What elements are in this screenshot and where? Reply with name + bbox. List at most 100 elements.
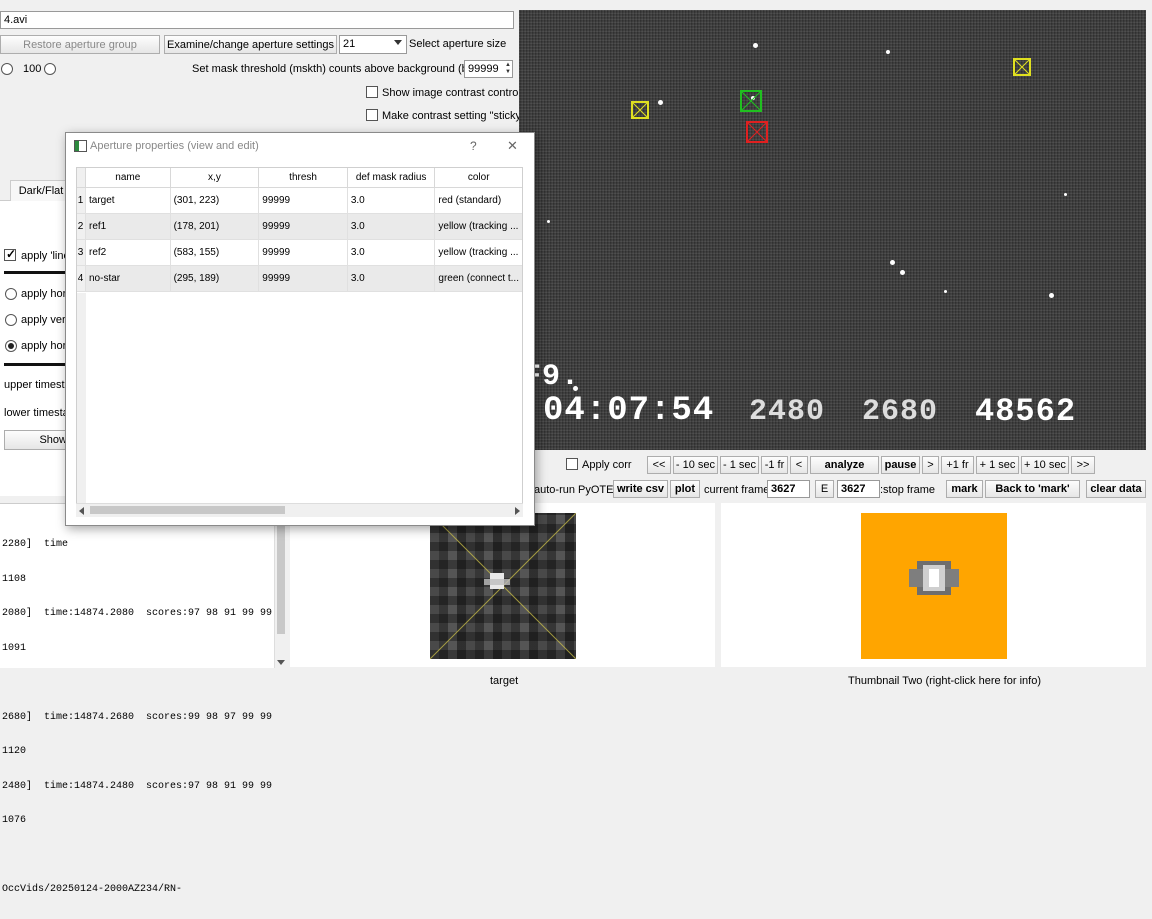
aperture-size-value: 21 (343, 38, 356, 50)
star (1064, 193, 1067, 196)
aperture-ref2-box[interactable] (1013, 58, 1031, 76)
nav-next-button[interactable]: > (922, 456, 939, 474)
cell-thresh[interactable]: 99999 (258, 213, 348, 240)
cell-color[interactable]: yellow (tracking ... (434, 213, 523, 240)
examine-aperture-settings-button[interactable]: Examine/change aperture settings (164, 35, 337, 54)
tab-dark-flat[interactable]: Dark/Flat (10, 180, 72, 201)
cell-radius[interactable]: 3.0 (347, 239, 436, 266)
file-path-field[interactable]: 4.avi (0, 11, 514, 29)
log-output[interactable]: 2280] time 1108 2080] time:14874.2080 sc… (0, 503, 287, 895)
scroll-left-icon[interactable] (79, 507, 84, 515)
nav-minus-1fr-button[interactable]: -1 fr (761, 456, 788, 474)
col-header-xy[interactable]: x,y (170, 167, 260, 188)
aperture-properties-table: name x,y thresh def mask radius color 1 … (76, 167, 523, 292)
apply-horiz-radio-1[interactable] (5, 288, 17, 300)
cell-name[interactable]: target (85, 187, 171, 214)
aperture-x-icon (742, 92, 760, 110)
table-row[interactable]: 1 target (301, 223) 99999 3.0 red (stand… (76, 187, 523, 214)
log-line: 1091 (2, 642, 27, 654)
aperture-size-select[interactable]: 21 (339, 35, 407, 54)
back-to-mark-button[interactable]: Back to 'mark' (985, 480, 1080, 498)
video-frame[interactable]: F9. 04:07:54 2480 2680 48562 (519, 10, 1146, 450)
close-icon[interactable]: ✕ (507, 138, 518, 154)
current-frame-input[interactable]: 3627 (767, 480, 810, 498)
nav-plus-1sec-button[interactable]: + 1 sec (976, 456, 1019, 474)
col-header-radius[interactable]: def mask radius (347, 167, 436, 188)
e-button[interactable]: E (815, 480, 834, 498)
log-scrollbar[interactable] (274, 504, 287, 668)
pause-button[interactable]: pause (881, 456, 920, 474)
scroll-thumb[interactable] (277, 524, 285, 634)
aperture-target-box[interactable] (746, 121, 768, 143)
star (658, 100, 663, 105)
horizontal-scrollbar[interactable] (76, 503, 523, 517)
mask-threshold-spinbox[interactable]: 99999 ▲ ▼ (464, 60, 513, 78)
cell-name[interactable]: no-star (85, 265, 171, 292)
restore-aperture-group-button[interactable]: Restore aperture group (0, 35, 160, 54)
row-number[interactable]: 3 (76, 239, 87, 266)
cell-radius[interactable]: 3.0 (347, 265, 436, 292)
nav-last-button[interactable]: >> (1071, 456, 1095, 474)
aperture-x-icon (748, 123, 766, 141)
cell-thresh[interactable]: 99999 (258, 239, 348, 266)
write-csv-button[interactable]: write csv (613, 480, 668, 498)
spin-arrows-icon[interactable]: ▲ ▼ (505, 62, 511, 76)
clear-data-button[interactable]: clear data (1086, 480, 1146, 498)
col-header-name[interactable]: name (85, 167, 171, 188)
aperture-nostar-box[interactable] (740, 90, 762, 112)
divider (4, 363, 66, 366)
nav-first-button[interactable]: << (647, 456, 671, 474)
nav-minus-1sec-button[interactable]: - 1 sec (720, 456, 759, 474)
sticky-contrast-checkbox[interactable] (366, 109, 378, 121)
aperture-x-icon (633, 103, 647, 117)
table-row[interactable]: 2 ref1 (178, 201) 99999 3.0 yellow (trac… (76, 213, 523, 240)
table-row[interactable]: 3 ref2 (583, 155) 99999 3.0 yellow (trac… (76, 239, 523, 266)
analyze-button[interactable]: analyze (810, 456, 879, 474)
mark-button[interactable]: mark (946, 480, 983, 498)
show-contrast-checkbox[interactable] (366, 86, 378, 98)
cell-thresh[interactable]: 99999 (258, 265, 348, 292)
cell-color[interactable]: yellow (tracking ... (434, 239, 523, 266)
cell-name[interactable]: ref1 (85, 213, 171, 240)
row-number[interactable]: 4 (76, 265, 87, 292)
radio-left[interactable] (1, 63, 13, 75)
nav-minus-10sec-button[interactable]: - 10 sec (673, 456, 718, 474)
dialog-titlebar[interactable]: Aperture properties (view and edit) ? ✕ (66, 133, 534, 159)
nav-plus-10sec-button[interactable]: + 10 sec (1021, 456, 1069, 474)
thumbnail-one-panel[interactable] (290, 503, 715, 667)
stop-frame-input[interactable]: 3627 (837, 480, 880, 498)
nav-plus-1fr-button[interactable]: +1 fr (941, 456, 974, 474)
apply-horiz-radio-2[interactable] (5, 340, 17, 352)
log-text: 2280] time 1108 2080] time:14874.2080 sc… (2, 516, 272, 919)
apply-vert-radio[interactable] (5, 314, 17, 326)
thumbnail-two-panel[interactable] (721, 503, 1146, 667)
cell-xy[interactable]: (178, 201) (170, 213, 260, 240)
cell-xy[interactable]: (301, 223) (170, 187, 260, 214)
show-button[interactable]: Show (4, 430, 74, 450)
cell-radius[interactable]: 3.0 (347, 213, 436, 240)
cell-name[interactable]: ref2 (85, 239, 171, 266)
scroll-right-icon[interactable] (515, 507, 520, 515)
cell-thresh[interactable]: 99999 (258, 187, 348, 214)
apply-corr-checkbox[interactable] (566, 458, 578, 470)
aperture-properties-dialog[interactable]: Aperture properties (view and edit) ? ✕ … (65, 132, 535, 526)
aperture-ref1-box[interactable] (631, 101, 649, 119)
scroll-thumb[interactable] (90, 506, 285, 514)
cell-radius[interactable]: 3.0 (347, 187, 436, 214)
plot-button[interactable]: plot (670, 480, 700, 498)
radio-100[interactable] (44, 63, 56, 75)
help-icon[interactable]: ? (470, 139, 477, 153)
col-header-color[interactable]: color (434, 167, 523, 188)
scroll-down-icon[interactable] (277, 660, 285, 665)
row-number[interactable]: 2 (76, 213, 87, 240)
cell-color[interactable]: red (standard) (434, 187, 523, 214)
cell-xy[interactable]: (583, 155) (170, 239, 260, 266)
row-number[interactable]: 1 (76, 187, 87, 214)
table-row[interactable]: 4 no-star (295, 189) 99999 3.0 green (co… (76, 265, 523, 292)
apply-line-checkbox[interactable]: ✓ (4, 247, 16, 261)
cell-xy[interactable]: (295, 189) (170, 265, 260, 292)
nav-prev-button[interactable]: < (790, 456, 808, 474)
col-header-thresh[interactable]: thresh (258, 167, 348, 188)
cell-color[interactable]: green (connect t... (434, 265, 523, 292)
